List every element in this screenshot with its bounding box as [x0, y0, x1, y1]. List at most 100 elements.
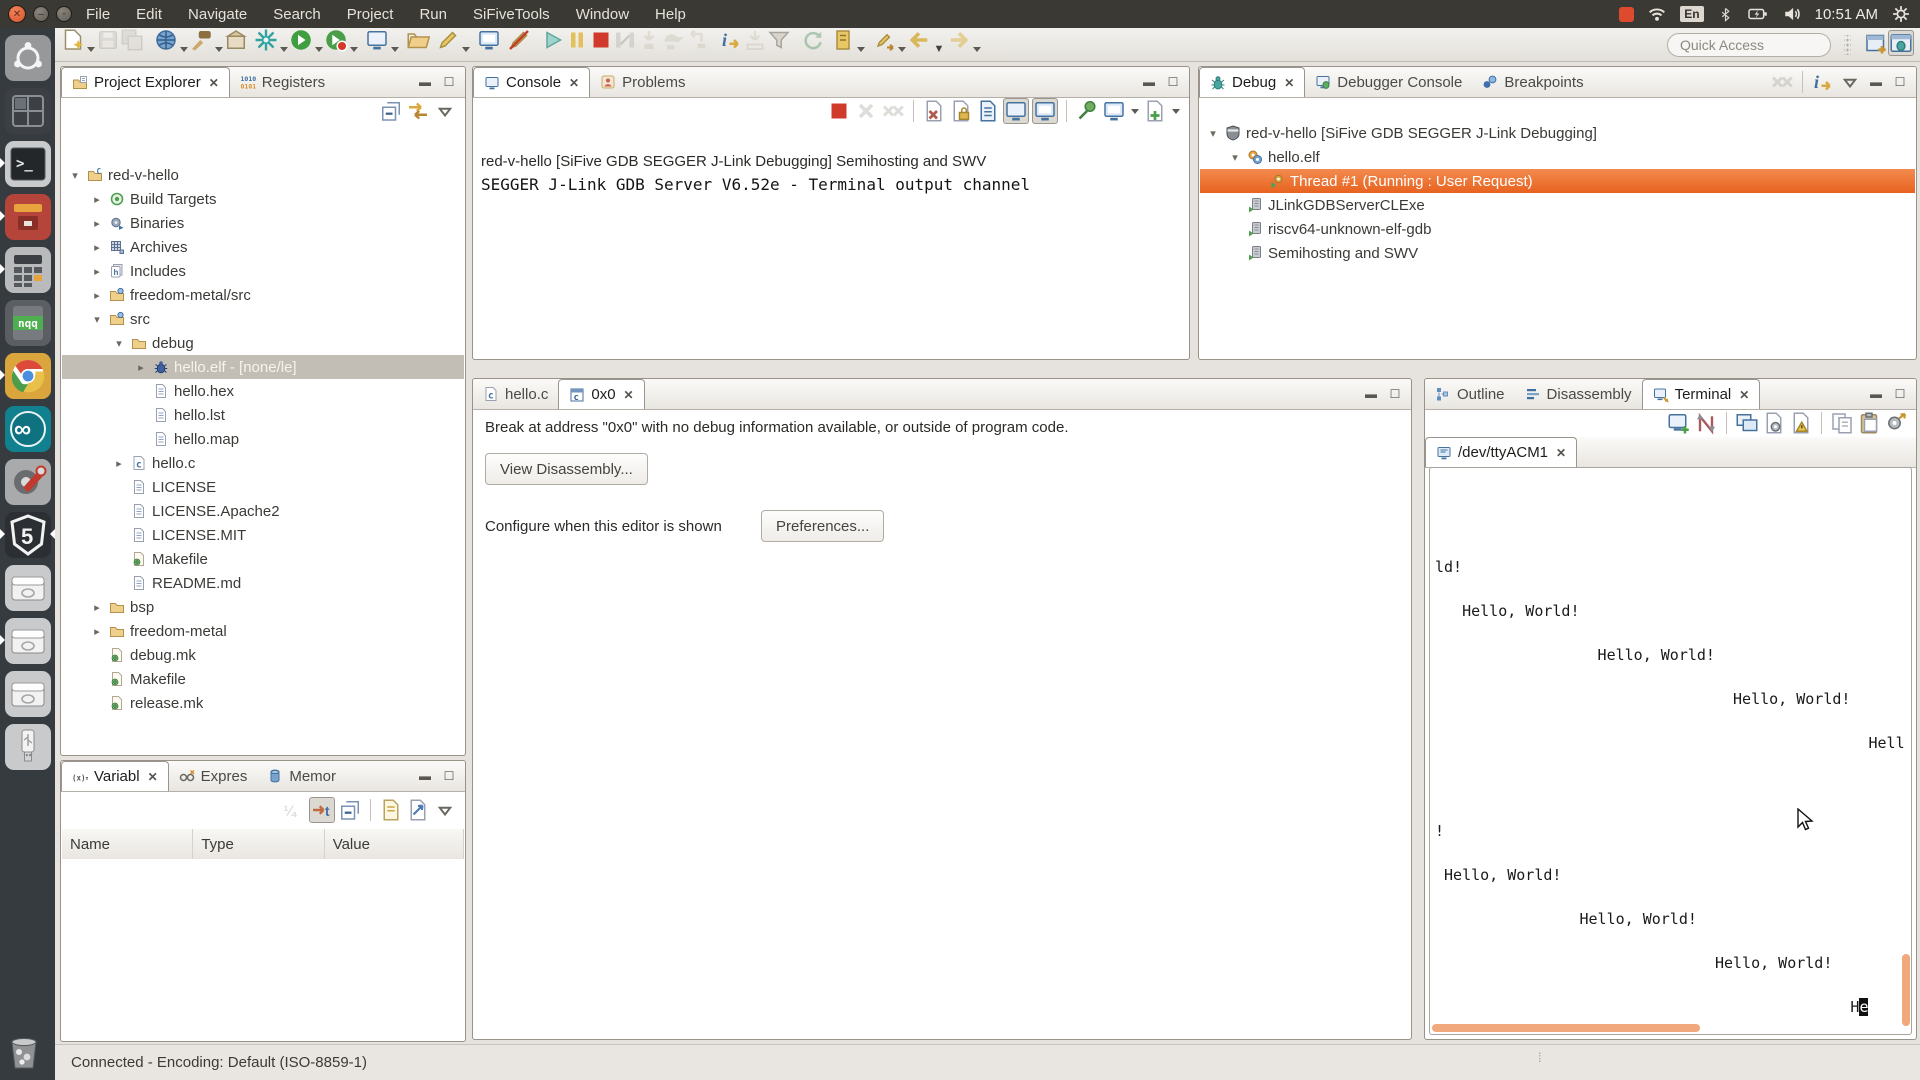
tree-item-red-v-hello[interactable]: ▾Cred-v-hello: [62, 163, 464, 187]
terminal-output-area[interactable]: ld! Hello, World! Hello, World! Hello, W…: [1429, 467, 1912, 1035]
viewmenu-button[interactable]: [433, 798, 457, 822]
monitor-button[interactable]: [1032, 98, 1058, 124]
istep-button[interactable]: i: [719, 28, 743, 52]
xgrey-button[interactable]: [854, 99, 878, 123]
dropdown-arrow-icon[interactable]: [1170, 99, 1181, 123]
tree-item-freedom-metal[interactable]: ▸freedom-metal: [62, 619, 464, 643]
close-icon[interactable]: ✕: [1556, 446, 1566, 460]
tree-item-hello-lst[interactable]: hello.lst: [62, 403, 464, 427]
tree-item-hello-c[interactable]: ▸chello.c: [62, 451, 464, 475]
launcher-terminal[interactable]: >_: [5, 141, 51, 187]
tree-item-riscv64-unknown-elf-gdb[interactable]: riscv64-unknown-elf-gdb: [1200, 217, 1915, 241]
dropdown-arrow-icon[interactable]: [896, 37, 907, 61]
launcher-ubuntu-dash[interactable]: [5, 35, 51, 81]
collapse-arrow-icon[interactable]: ▾: [1228, 151, 1242, 164]
launcher-trash[interactable]: [4, 1032, 50, 1078]
stopred-button[interactable]: [827, 99, 851, 123]
expand-arrow-icon[interactable]: ▸: [90, 601, 104, 614]
new-button[interactable]: [61, 28, 85, 52]
openterm-button[interactable]: [1667, 411, 1691, 435]
bluetooth-icon[interactable]: [1718, 6, 1733, 23]
tab-hello-c[interactable]: chello.c: [473, 379, 558, 409]
tab-0x0[interactable]: c0x0✕: [558, 379, 644, 409]
menu-search[interactable]: Search: [273, 6, 321, 23]
close-icon[interactable]: ✕: [1284, 76, 1294, 90]
pageblue-button[interactable]: [976, 99, 1000, 123]
preferences-button[interactable]: Preferences...: [761, 510, 884, 542]
expand-arrow-icon[interactable]: ▸: [90, 265, 104, 278]
close-icon[interactable]: ✕: [1739, 388, 1749, 402]
dropdown-arrow-icon[interactable]: [389, 37, 400, 61]
expand-arrow-icon[interactable]: ▸: [90, 217, 104, 230]
dropdown-arrow-icon[interactable]: [971, 37, 982, 61]
column-header-type[interactable]: Type: [193, 829, 324, 859]
open-perspective-button[interactable]: [1864, 31, 1888, 55]
expand-arrow-icon[interactable]: ▸: [112, 457, 126, 470]
tab-registers[interactable]: 10100101Registers: [230, 67, 335, 97]
terminal-vscrollbar[interactable]: [1902, 954, 1910, 1026]
connN-button[interactable]: [1694, 411, 1718, 435]
launcher-build-tools[interactable]: [5, 459, 51, 505]
tree-item-license-apache2[interactable]: LICENSE.Apache2: [62, 499, 464, 523]
stepr-button[interactable]: [685, 28, 709, 52]
window-minimize-button[interactable]: –: [33, 6, 49, 22]
monitor-button[interactable]: [1102, 99, 1126, 123]
maximize-view-icon[interactable]: ☐: [439, 72, 459, 92]
menu-edit[interactable]: Edit: [136, 6, 162, 23]
tree-item-makefile[interactable]: Makefile: [62, 667, 464, 691]
quick-access-input[interactable]: [1667, 33, 1831, 57]
collapseall-button[interactable]: [379, 99, 403, 123]
save-button[interactable]: [96, 28, 120, 52]
pagex-button[interactable]: [922, 99, 946, 123]
viewmenu-button[interactable]: [433, 99, 457, 123]
tab-console[interactable]: Console✕: [473, 67, 590, 97]
gradx-button[interactable]: ¼: [282, 798, 306, 822]
keyboard-layout-indicator[interactable]: En: [1680, 6, 1703, 22]
launcher-chrome[interactable]: [5, 353, 51, 399]
tree-item-hello-hex[interactable]: hello.hex: [62, 379, 464, 403]
saveall-button[interactable]: [120, 28, 144, 52]
pagearrow-button[interactable]: [406, 798, 430, 822]
refresh-button[interactable]: [801, 28, 825, 52]
collapseall-button[interactable]: [338, 798, 362, 822]
sash-handle[interactable]: ⁞: [1538, 1050, 1543, 1065]
filters-button[interactable]: [767, 28, 791, 52]
maximize-view-icon[interactable]: ☐: [1890, 72, 1910, 92]
menu-navigate[interactable]: Navigate: [188, 6, 247, 23]
tree-item-license-mit[interactable]: LICENSE.MIT: [62, 523, 464, 547]
istep-button[interactable]: i: [1811, 70, 1835, 94]
collapse-arrow-icon[interactable]: ▾: [68, 169, 82, 182]
menu-sifivetools[interactable]: SiFiveTools: [473, 6, 550, 23]
tree-item-readme-md[interactable]: README.md: [62, 571, 464, 595]
tree-item-license[interactable]: LICENSE: [62, 475, 464, 499]
stopred-button[interactable]: [589, 28, 613, 52]
stepo-button[interactable]: [661, 28, 685, 52]
linked-button[interactable]: [406, 99, 430, 123]
tree-item-freedom-metal-src[interactable]: ▸freedom-metal/src: [62, 283, 464, 307]
marker-button[interactable]: [831, 28, 855, 52]
tree-item-red-v-hello-sifive-gdb-segger-j-link-debugging[interactable]: ▾red-v-hello [SiFive GDB SEGGER J-Link D…: [1200, 121, 1915, 145]
tab-problems[interactable]: Problems: [590, 67, 695, 97]
pageplus-button[interactable]: [1143, 99, 1167, 123]
geararrow-button[interactable]: [1884, 411, 1908, 435]
launcher-disk[interactable]: [5, 618, 51, 664]
fore-button[interactable]: [947, 28, 971, 52]
showcols-button[interactable]: t: [309, 797, 335, 823]
collapse-arrow-icon[interactable]: ▾: [1206, 127, 1220, 140]
tree-item-jlinkgdbserverclexe[interactable]: JLinkGDBServerCLExe: [1200, 193, 1915, 217]
tab-expres[interactable]: Expres: [169, 761, 258, 791]
resume-button[interactable]: [541, 28, 565, 52]
dropdown-arrow-icon[interactable]: [213, 37, 224, 61]
dropdown-arrow-icon[interactable]: [278, 37, 289, 61]
menu-run[interactable]: Run: [419, 6, 447, 23]
tab-disassembly[interactable]: Disassembly: [1515, 379, 1642, 409]
rune-button[interactable]: [324, 28, 348, 52]
expand-arrow-icon[interactable]: ▸: [90, 289, 104, 302]
window-close-button[interactable]: ✕: [8, 5, 26, 23]
dropdown-arrow-icon[interactable]: [460, 37, 471, 61]
tree-item-bsp[interactable]: ▸bsp: [62, 595, 464, 619]
menu-project[interactable]: Project: [347, 6, 394, 23]
copyic-button[interactable]: [1830, 411, 1854, 435]
console-output-text[interactable]: SEGGER J-Link GDB Server V6.52e - Termin…: [481, 175, 1030, 194]
launcher-archive-manager[interactable]: [5, 194, 51, 240]
